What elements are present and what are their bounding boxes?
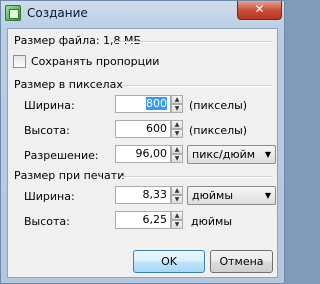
spin-up-icon[interactable]: ▲ xyxy=(171,186,183,195)
pixel-height-input[interactable]: 600 xyxy=(115,120,171,138)
resolution-unit-value: пикс/дюйм xyxy=(192,148,256,161)
cancel-button[interactable]: Отмена xyxy=(210,250,273,273)
chevron-down-icon: ▼ xyxy=(264,150,271,159)
pixel-height-unit: (пикселы) xyxy=(189,124,248,137)
keep-proportions-label[interactable]: Сохранять пропорции xyxy=(31,55,159,68)
spin-down-icon[interactable]: ▼ xyxy=(171,154,183,163)
keep-proportions-checkbox[interactable] xyxy=(13,55,26,68)
spin-up-icon[interactable]: ▲ xyxy=(171,145,183,154)
spin-down-icon[interactable]: ▼ xyxy=(171,195,183,204)
print-width-input[interactable]: 8,33 xyxy=(115,186,171,204)
spin-down-icon[interactable]: ▼ xyxy=(171,129,183,138)
spin-down-icon[interactable]: ▼ xyxy=(171,104,183,113)
spin-up-icon[interactable]: ▲ xyxy=(171,95,183,104)
spin-up-icon[interactable]: ▲ xyxy=(171,211,183,220)
print-unit-dropdown[interactable]: дюймы ▼ xyxy=(187,186,276,205)
print-height-unit: дюймы xyxy=(191,215,232,228)
pixel-height-label: Высота: xyxy=(24,124,70,137)
pixel-width-input[interactable]: 800 xyxy=(115,95,171,113)
print-width-stepper[interactable]: ▲ ▼ xyxy=(171,186,183,204)
resolution-unit-dropdown[interactable]: пикс/дюйм ▼ xyxy=(187,145,276,164)
title-bar[interactable]: Создание ✕ xyxy=(1,1,284,27)
close-button[interactable]: ✕ xyxy=(237,1,282,20)
pixel-width-unit: (пикселы) xyxy=(189,99,248,112)
dialog-window: Создание ✕ Размер файла: 1,8 МБ Сохранят… xyxy=(0,0,285,284)
resolution-label: Разрешение: xyxy=(24,149,99,162)
separator xyxy=(122,85,273,87)
pixel-height-stepper[interactable]: ▲ ▼ xyxy=(171,120,183,138)
resolution-stepper[interactable]: ▲ ▼ xyxy=(171,145,183,163)
print-size-section-label: Размер при печати xyxy=(14,169,125,182)
window-title: Создание xyxy=(27,6,88,20)
pixel-size-section-label: Размер в пикселах xyxy=(14,78,123,91)
print-width-label: Ширина: xyxy=(24,190,75,203)
chevron-down-icon: ▼ xyxy=(264,191,271,200)
resolution-input[interactable]: 96,00 xyxy=(115,145,171,163)
print-unit-value: дюймы xyxy=(192,189,233,202)
separator xyxy=(115,41,273,43)
print-height-stepper[interactable]: ▲ ▼ xyxy=(171,211,183,229)
print-height-label: Высота: xyxy=(24,215,70,228)
ok-button[interactable]: OK xyxy=(133,250,205,273)
spin-down-icon[interactable]: ▼ xyxy=(171,220,183,229)
print-height-input[interactable]: 6,25 xyxy=(115,211,171,229)
app-icon xyxy=(5,5,21,21)
dialog-body: Размер файла: 1,8 МБ Сохранять пропорции… xyxy=(7,28,278,278)
separator xyxy=(122,176,273,178)
spin-up-icon[interactable]: ▲ xyxy=(171,120,183,129)
pixel-width-stepper[interactable]: ▲ ▼ xyxy=(171,95,183,113)
pixel-width-label: Ширина: xyxy=(24,99,75,112)
